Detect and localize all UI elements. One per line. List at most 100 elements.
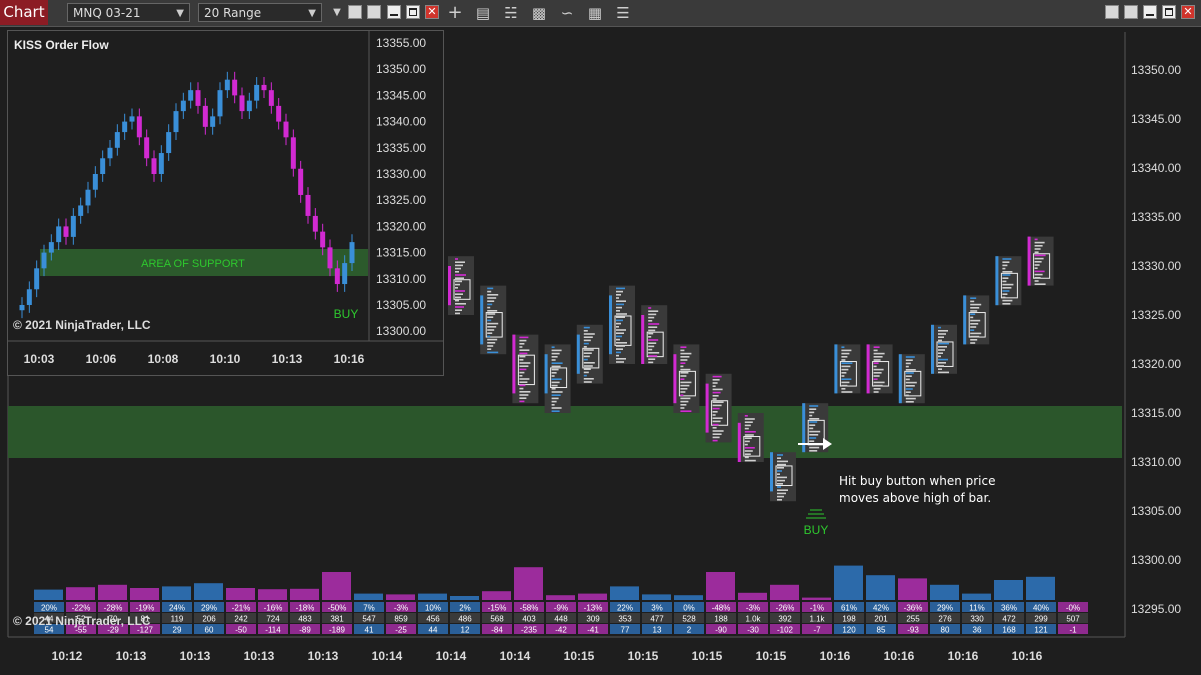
list-icon[interactable]: ☰ — [613, 3, 633, 23]
footprint-row — [616, 326, 619, 328]
stat-value: 0% — [683, 604, 695, 613]
instrument-selector[interactable]: MNQ 03-21 ▼ — [67, 3, 190, 22]
inset-candle — [136, 116, 142, 138]
chart-tab[interactable]: Chart — [0, 0, 48, 25]
footprint-row — [1034, 270, 1045, 273]
footprint-row — [680, 365, 684, 368]
properties-icon[interactable]: ▦ — [585, 3, 605, 23]
volume-bar — [770, 584, 799, 600]
stat-value: -90 — [715, 626, 727, 635]
footprint-row — [583, 362, 595, 364]
maximize-icon[interactable] — [406, 5, 420, 19]
inset-candle — [224, 79, 230, 91]
close-icon[interactable]: ✕ — [425, 5, 439, 19]
stat-value: -0% — [1066, 604, 1080, 613]
footprint-row — [583, 368, 591, 370]
stat-value: -50 — [235, 626, 247, 635]
inset-price-tick: 13340.00 — [376, 115, 426, 129]
footprint-bar — [705, 373, 732, 443]
footprint-row — [1034, 264, 1040, 266]
stat-value: -50% — [328, 604, 347, 613]
bar-type-selector[interactable]: 20 Range ▼ — [198, 3, 322, 22]
bar-body — [448, 266, 451, 306]
footprint-row — [455, 267, 461, 270]
volume-bar — [450, 596, 479, 600]
window-button-4[interactable] — [1124, 5, 1138, 19]
minimize-icon[interactable] — [387, 5, 401, 19]
footprint-row — [648, 332, 654, 335]
footprint-row — [1034, 245, 1043, 247]
footprint-row — [809, 405, 819, 407]
stat-value: 255 — [906, 615, 920, 624]
footprint-row — [680, 349, 685, 352]
stat-value: 29% — [937, 604, 953, 613]
footprint-row — [648, 352, 660, 354]
data-box-icon[interactable]: ▤ — [473, 3, 493, 23]
bar-body — [963, 295, 967, 345]
footprint-row — [519, 343, 525, 345]
bar-body — [705, 383, 709, 433]
volume-bar — [994, 580, 1023, 600]
footprint-row — [616, 310, 620, 312]
footprint-row — [648, 336, 652, 338]
indicators-icon[interactable]: ▩ — [529, 3, 549, 23]
footprint-row — [841, 362, 853, 364]
price-tick-label: 13335.00 — [1131, 210, 1181, 224]
maximize-window-icon[interactable] — [1162, 5, 1176, 19]
footprint-row — [777, 499, 782, 501]
close-window-icon[interactable]: ✕ — [1181, 5, 1195, 19]
stat-value: 2% — [459, 604, 471, 613]
stat-value: -3% — [746, 604, 760, 613]
time-tick-label: 10:15 — [756, 649, 787, 663]
minimize-window-icon[interactable] — [1143, 5, 1157, 19]
footprint-row — [583, 349, 594, 351]
volume-bar — [66, 587, 95, 600]
stat-value: 330 — [970, 615, 984, 624]
footprint-row — [1002, 280, 1007, 283]
inset-candle — [122, 121, 128, 133]
footprint-row — [744, 421, 753, 423]
volume-bar — [226, 588, 255, 600]
footprint-row — [1034, 261, 1042, 263]
footprint-row — [938, 333, 946, 335]
volume-bar — [290, 588, 319, 600]
window-button-3[interactable] — [1105, 5, 1119, 19]
inset-candle — [151, 158, 157, 174]
stat-value: 188 — [714, 615, 728, 624]
footprint-row — [519, 391, 531, 393]
bar-type-icon[interactable]: ☵ — [501, 3, 521, 23]
footprint-row — [905, 381, 917, 384]
stat-value: 36 — [973, 626, 982, 635]
stat-value: 80 — [941, 626, 950, 635]
footprint-row — [841, 356, 848, 358]
inset-copyright: © 2021 NinjaTrader, LLC — [13, 318, 151, 332]
footprint-row — [455, 296, 461, 299]
stat-value: -58% — [520, 604, 539, 613]
dropdown-arrow-icon[interactable]: ▼ — [327, 3, 347, 23]
footprint-row — [712, 407, 720, 410]
footprint-row — [712, 433, 722, 435]
stat-value: 1.1k — [809, 615, 825, 624]
footprint-row — [487, 310, 498, 312]
window-button-2[interactable] — [367, 5, 381, 19]
window-button-1[interactable] — [348, 5, 362, 19]
strategies-icon[interactable]: ∽ — [557, 3, 577, 23]
footprint-row — [744, 418, 755, 420]
stat-value: 206 — [202, 615, 216, 624]
crosshair-icon[interactable]: + — [445, 3, 465, 23]
inset-candle — [261, 84, 267, 91]
main-copyright: © 2021 NinjaTrader, LLC — [13, 614, 151, 628]
stat-value: 24% — [169, 604, 185, 613]
stat-value: -41 — [587, 626, 599, 635]
footprint-row — [487, 294, 499, 296]
footprint-row — [551, 362, 563, 364]
stat-value: 392 — [778, 615, 792, 624]
footprint-row — [455, 277, 464, 279]
footprint-row — [551, 352, 560, 355]
footprint-row — [487, 287, 494, 290]
footprint-row — [938, 336, 944, 338]
footprint-row — [616, 354, 619, 357]
footprint-row — [616, 348, 623, 350]
inset-candle — [298, 168, 304, 195]
stat-value: 198 — [842, 615, 856, 624]
